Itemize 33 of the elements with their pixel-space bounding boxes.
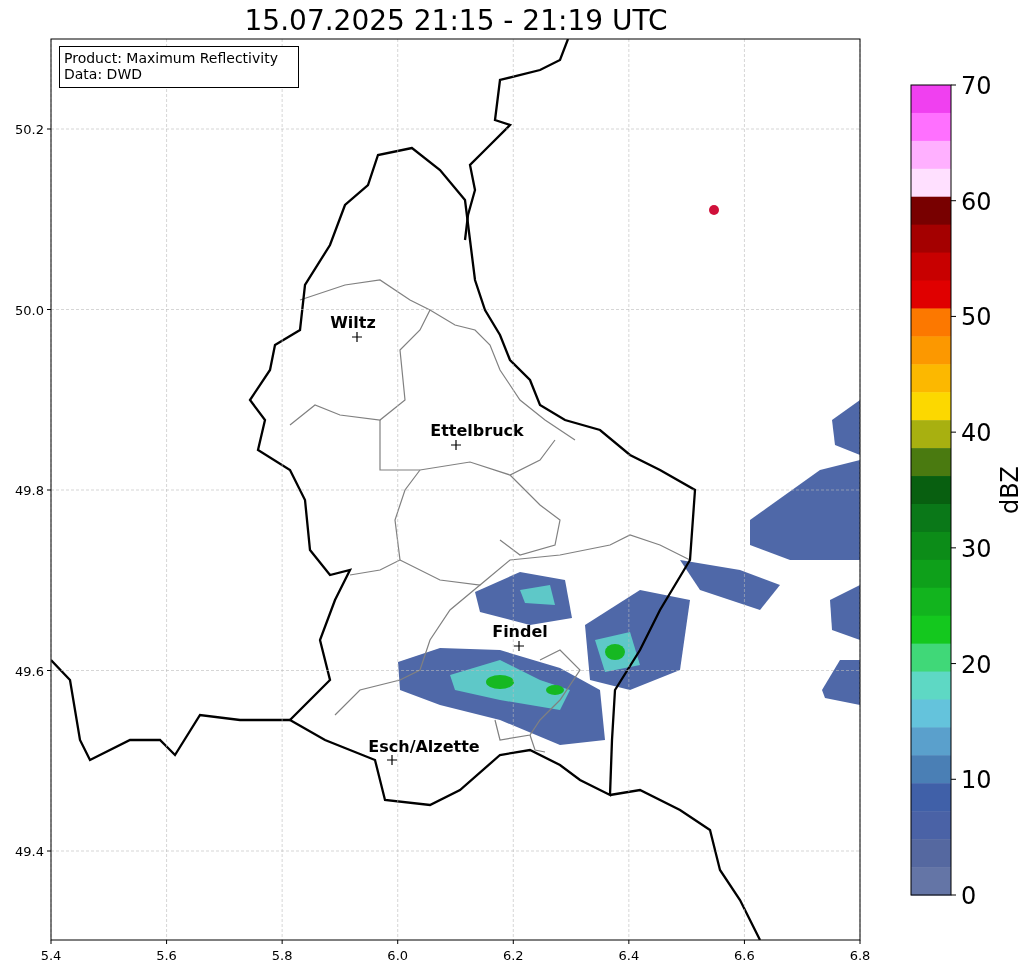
x-tick-label: 5.6 (156, 948, 177, 963)
y-tick-label: 49.6 (15, 663, 44, 679)
colorbar-tick-label: 0 (961, 882, 977, 910)
colorbar-tick-label: 20 (961, 650, 992, 679)
city-label: Findel (492, 622, 548, 641)
city-label: Esch/Alzette (368, 737, 480, 756)
colorbar-tick-label: 70 (961, 72, 992, 100)
x-tick-label: 5.8 (271, 948, 293, 963)
colorbar-tick-label: 60 (961, 187, 992, 216)
city-label: Ettelbruck (430, 421, 524, 440)
colorbar-tick-label: 50 (961, 303, 992, 332)
colorbar-tick-label: 10 (961, 766, 992, 795)
colorbar-label: dBZ (996, 465, 1024, 515)
legend-text: Product: Maximum Reflectivity (64, 50, 278, 66)
legend-text: Data: DWD (64, 66, 142, 82)
x-tick-label: 6.6 (734, 948, 755, 963)
city-marker (386, 754, 398, 766)
city-marker (450, 439, 462, 451)
x-tick-label: 6.4 (618, 948, 640, 963)
chart-title: 15.07.2025 21:15 - 21:19 UTC (244, 4, 668, 37)
city-label: Wiltz (330, 313, 376, 332)
x-tick-label: 6.8 (849, 948, 871, 963)
y-tick-label: 49.4 (15, 844, 44, 859)
y-tick-label: 50.0 (15, 302, 44, 318)
x-tick-label: 6.2 (502, 948, 524, 963)
x-tick-label: 5.4 (40, 948, 62, 963)
city-marker (351, 331, 363, 343)
colorbar-tick-label: 30 (961, 534, 992, 563)
city-marker (513, 640, 525, 652)
x-tick-label: 6.0 (387, 948, 409, 963)
colorbar-tick-label: 40 (961, 419, 992, 448)
y-tick-label: 49.8 (15, 483, 44, 498)
y-tick-label: 50.2 (15, 122, 44, 137)
